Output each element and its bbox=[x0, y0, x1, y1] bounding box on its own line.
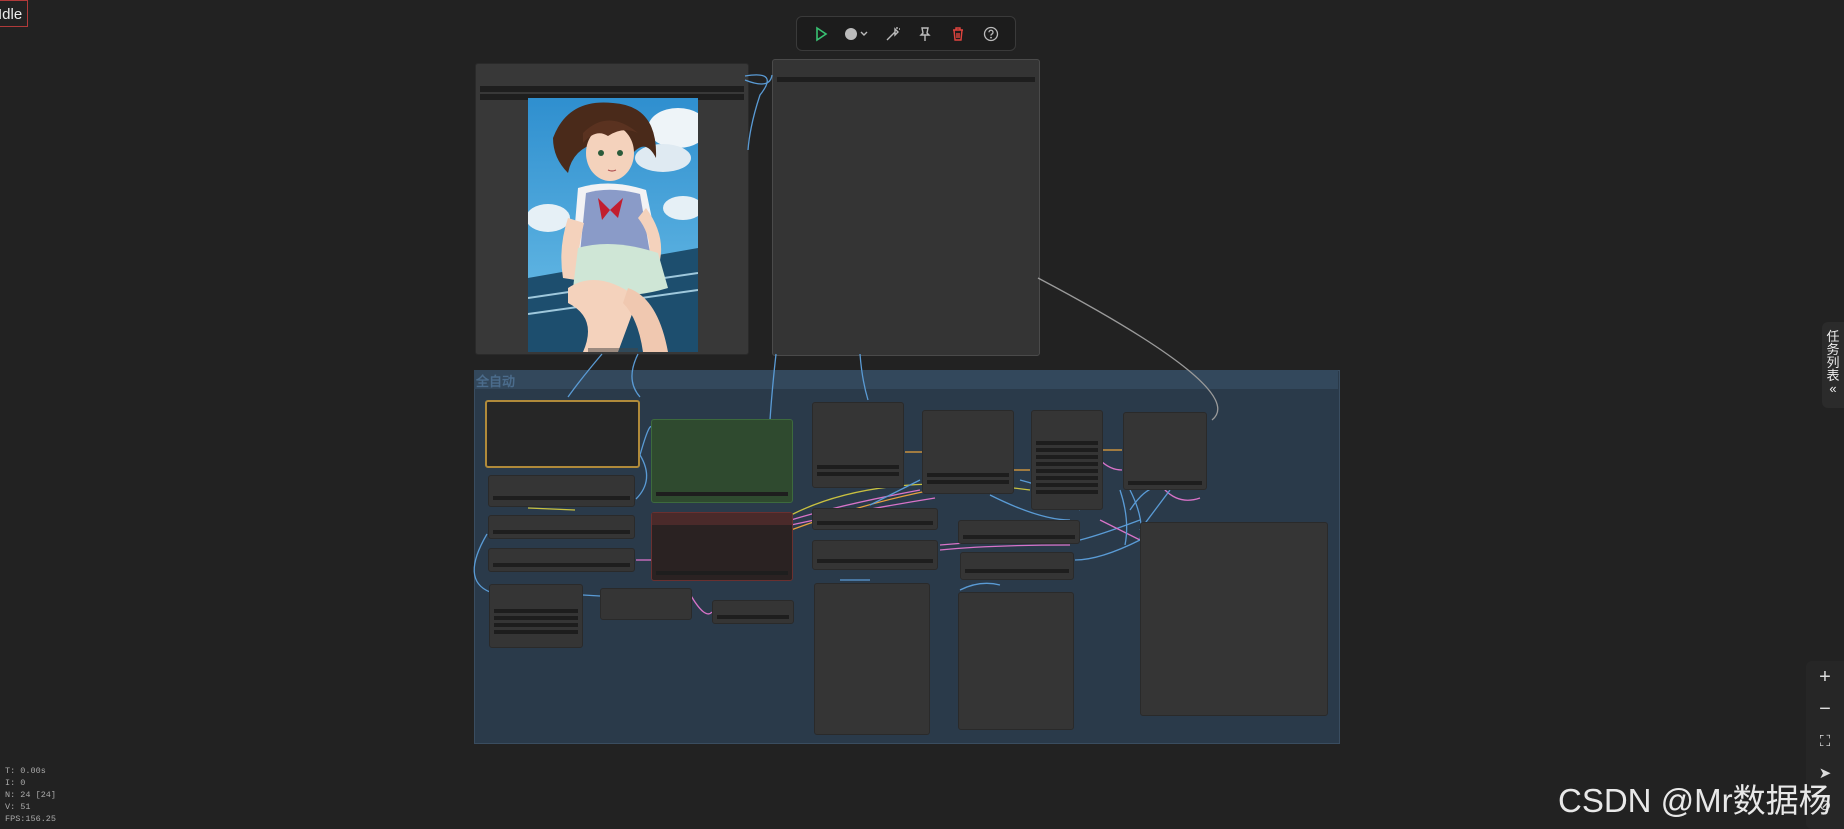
collapse-icon: « bbox=[1829, 381, 1837, 396]
node-widget-bar bbox=[817, 521, 933, 525]
node-widgets bbox=[1036, 441, 1098, 497]
image-scale-node[interactable] bbox=[812, 540, 938, 570]
fit-view-icon: ⛶ bbox=[1819, 732, 1831, 750]
vae-node[interactable] bbox=[488, 548, 635, 572]
wire-link bbox=[1074, 539, 1141, 561]
node-widgets bbox=[817, 465, 899, 479]
wire-link bbox=[631, 353, 641, 398]
fit-view-button[interactable]: ⛶ bbox=[1810, 725, 1840, 757]
task-list-label: 任务列表 bbox=[1826, 329, 1840, 383]
wire-link bbox=[769, 353, 777, 421]
node-widget-bar bbox=[717, 615, 789, 619]
node-widget-bar bbox=[817, 559, 933, 563]
wire-link bbox=[567, 353, 603, 398]
node-widget-bar bbox=[656, 571, 788, 575]
node-widget-bar bbox=[493, 530, 630, 534]
stat-fps: FPS:156.25 bbox=[5, 814, 57, 824]
wire-link bbox=[744, 74, 768, 151]
face-detail-node[interactable] bbox=[958, 520, 1080, 544]
upscale-node[interactable] bbox=[600, 588, 692, 620]
wire-link bbox=[1079, 519, 1141, 541]
vae-decode-node[interactable] bbox=[812, 508, 938, 530]
wire-link bbox=[1099, 519, 1141, 541]
save-image-node[interactable] bbox=[1140, 522, 1328, 716]
latent-image-node[interactable] bbox=[489, 584, 583, 648]
task-list-tab[interactable]: 任务列表 « bbox=[1822, 322, 1844, 408]
image-resize-node[interactable] bbox=[960, 552, 1074, 580]
stat-iterations: I: 0 bbox=[5, 778, 26, 788]
wire-link bbox=[527, 507, 576, 511]
wire-link bbox=[939, 544, 1071, 551]
lora-loader-node[interactable] bbox=[488, 475, 635, 507]
preview-image-node-2[interactable] bbox=[958, 592, 1074, 730]
wire-link bbox=[859, 353, 869, 401]
stat-nodes: N: 24 [24] bbox=[5, 790, 57, 800]
positive-prompt-node[interactable] bbox=[651, 419, 793, 503]
wire-link bbox=[959, 582, 1001, 591]
wire-link bbox=[1129, 486, 1166, 511]
node-widget-bar bbox=[493, 496, 630, 500]
stat-time: T: 0.00s bbox=[5, 766, 46, 776]
watermark: CSDN @Mr数据杨 bbox=[1558, 782, 1832, 819]
zoom-in-button[interactable]: + bbox=[1810, 661, 1840, 693]
node-widget-bar bbox=[493, 563, 630, 567]
node-header bbox=[652, 513, 792, 525]
node-widget-bar bbox=[1128, 481, 1202, 485]
wire-link bbox=[1099, 459, 1123, 471]
node-widget-bar bbox=[965, 569, 1069, 573]
wire-link bbox=[744, 74, 773, 85]
node-widgets bbox=[494, 609, 578, 637]
zoom-out-button[interactable]: − bbox=[1810, 693, 1840, 725]
ksampler-node[interactable] bbox=[812, 402, 904, 488]
preview-image-node-1[interactable] bbox=[814, 583, 930, 735]
wire-link bbox=[1119, 489, 1128, 546]
wire-link bbox=[689, 593, 713, 615]
zoom-out-icon: − bbox=[1819, 697, 1831, 720]
render-stats: T: 0.00s I: 0 N: 24 [24] V: 51 FPS:156.2… bbox=[5, 765, 56, 825]
negative-prompt-node[interactable] bbox=[651, 512, 793, 581]
node-widgets bbox=[927, 473, 1009, 487]
seed-node[interactable] bbox=[712, 600, 794, 624]
node-widget-bar bbox=[963, 535, 1075, 539]
settings-node[interactable] bbox=[1031, 410, 1103, 510]
node-widget-bar bbox=[656, 492, 788, 496]
ksampler-advanced-node[interactable] bbox=[922, 410, 1014, 494]
checkpoint-loader-node[interactable] bbox=[485, 400, 640, 468]
wire-link bbox=[1164, 489, 1201, 501]
stat-visible: V: 51 bbox=[5, 802, 31, 812]
clip-node[interactable] bbox=[488, 515, 635, 539]
wire-link bbox=[582, 594, 601, 597]
wire-link bbox=[1037, 277, 1219, 421]
detailer-node[interactable] bbox=[1123, 412, 1207, 490]
zoom-in-icon: + bbox=[1819, 665, 1831, 688]
